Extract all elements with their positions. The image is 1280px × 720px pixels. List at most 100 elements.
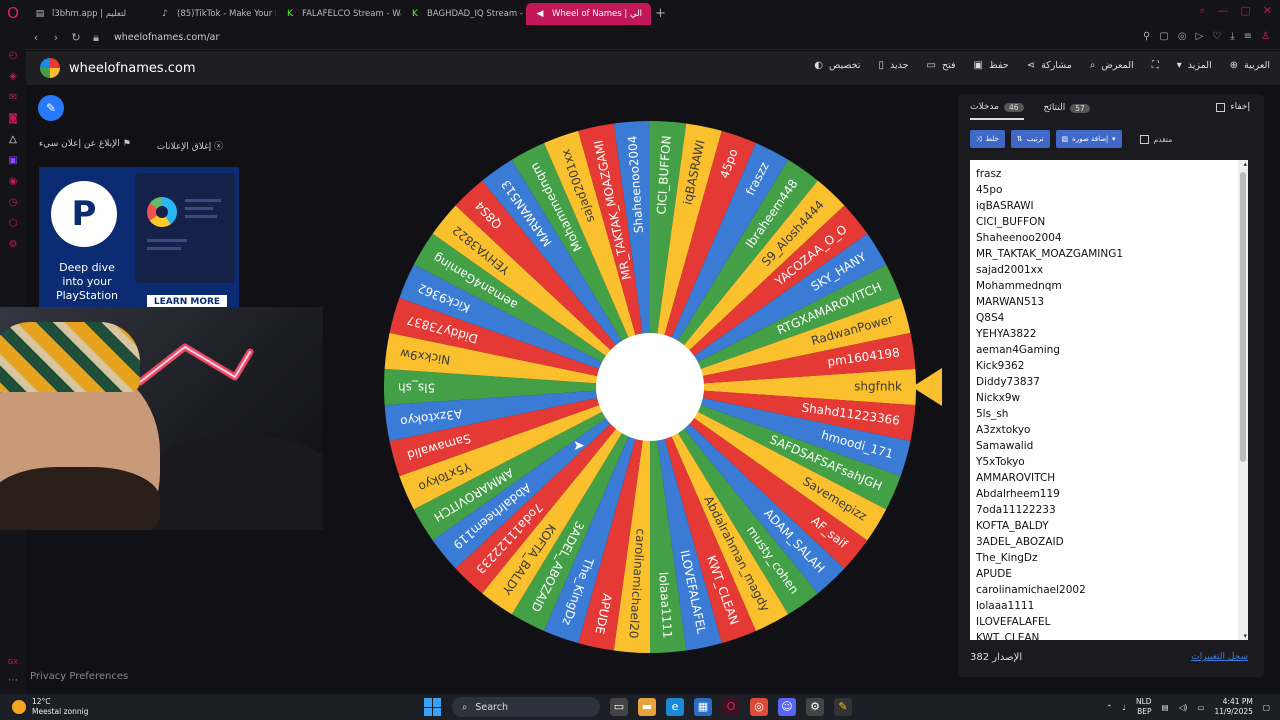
spin-wheel[interactable]: shgfnhk Shahd11223366 hmoodi_171 SAFDSAFSAF…	[384, 121, 916, 653]
entry-line[interactable]: aeman4Gaming	[976, 342, 1242, 358]
scroll-up-icon[interactable]: ▴	[1243, 160, 1247, 168]
menu-open[interactable]: ▭ فتح	[927, 60, 956, 71]
search-tabs-icon[interactable]: ⌕	[1199, 4, 1205, 18]
profile-icon[interactable]: ♙	[1261, 31, 1270, 42]
tab-entries[interactable]: مدخلات 46	[970, 102, 1024, 120]
tab-1[interactable]: ▤ l3bhm.app | لتعليم	[26, 3, 151, 25]
volume-icon[interactable]: ◁)	[1179, 703, 1188, 712]
entry-line[interactable]: A3zxtokyo	[976, 422, 1242, 438]
maximize-icon[interactable]: ▢	[1240, 4, 1250, 18]
notifications-icon[interactable]: ▢	[1263, 703, 1270, 712]
entry-line[interactable]: Y5xTokyo	[976, 454, 1242, 470]
entry-line[interactable]: 3ADEL_ABOZAID	[976, 534, 1242, 550]
entry-line[interactable]: Q8S4	[976, 310, 1242, 326]
entry-line[interactable]: carolinamichael2002	[976, 582, 1242, 598]
menu-language[interactable]: ⊕ العربية	[1230, 60, 1270, 71]
entry-line[interactable]: sajad2001xx	[976, 262, 1242, 278]
entry-line[interactable]: CICI_BUFFON	[976, 214, 1242, 230]
menu-new[interactable]: ▯ جديد	[879, 60, 909, 71]
weather-widget[interactable]: 12°C Meestal zonnig	[12, 697, 89, 717]
entry-line[interactable]: KWT_CLEAN	[976, 630, 1242, 640]
steam-icon[interactable]: ⚙	[806, 698, 824, 716]
messenger-icon[interactable]: ◙	[8, 113, 18, 124]
learn-more-button[interactable]: LEARN MORE	[147, 295, 227, 307]
wheel-svg[interactable]: shgfnhkShahd11223366hmoodi_171SAFDSAFSAF…	[384, 121, 916, 653]
new-tab-icon[interactable]: +	[655, 6, 666, 21]
menu-share[interactable]: ⋖ مشاركة	[1027, 60, 1072, 71]
close-icon[interactable]: ✕	[1263, 4, 1272, 18]
entry-line[interactable]: Abdalrheem119	[976, 486, 1242, 502]
close-ads-link[interactable]: إغلاق الإعلانات ⓧ	[157, 139, 223, 152]
aria-icon[interactable]: △	[9, 134, 17, 145]
vpn-icon[interactable]: ◎	[1178, 31, 1187, 42]
chrome-icon[interactable]: ◎	[750, 698, 768, 716]
entry-line[interactable]: frasz	[976, 166, 1242, 182]
entry-line[interactable]: Kick9362	[976, 358, 1242, 374]
menu-more[interactable]: ▾ المزيد	[1177, 60, 1212, 71]
entry-line[interactable]: Samawalid	[976, 438, 1242, 454]
mic-icon[interactable]: ♩	[1122, 703, 1126, 712]
discord-icon[interactable]: ☺	[778, 698, 796, 716]
wheel-center[interactable]	[596, 333, 704, 441]
windows-start-icon[interactable]	[424, 698, 442, 716]
chevron-up-icon[interactable]: ⌃	[1106, 703, 1112, 712]
shuffle-button[interactable]: ⤨ خلط	[970, 130, 1005, 148]
network-icon[interactable]: ▤	[1162, 703, 1169, 712]
menu-customize[interactable]: ◐ تخصيص	[814, 60, 860, 71]
entry-line[interactable]: APUDE	[976, 566, 1242, 582]
entry-line[interactable]: lolaaa1111	[976, 598, 1242, 614]
url-field[interactable]: wheelofnames.com/ar	[114, 32, 219, 43]
mail-icon[interactable]: ✉	[9, 92, 17, 103]
entry-line[interactable]: MARWAN513	[976, 294, 1242, 310]
player-icon[interactable]: ◉	[9, 176, 18, 187]
history-icon[interactable]: ◴	[9, 50, 18, 61]
entry-line[interactable]: KOFTA_BALDY	[976, 518, 1242, 534]
site-name[interactable]: wheelofnames.com	[69, 61, 196, 76]
more-dots-icon[interactable]: ⋯	[8, 675, 18, 686]
screenshot-icon[interactable]: ▢	[1159, 31, 1168, 42]
entry-line[interactable]: Mohammednqm	[976, 278, 1242, 294]
scroll-down-icon[interactable]: ▾	[1243, 632, 1247, 640]
add-image-button[interactable]: ▨ إضافة صورة ▾	[1055, 130, 1122, 148]
tab-5-active[interactable]: ◀ Wheel of Names | الي	[526, 3, 651, 25]
twitch-icon[interactable]: ▣	[8, 155, 17, 166]
advanced-toggle[interactable]: متقدم	[1139, 134, 1172, 144]
task-view-icon[interactable]: ▭	[610, 698, 628, 716]
app-icon[interactable]: ✎	[834, 698, 852, 716]
reload-icon[interactable]: ↻	[66, 31, 86, 44]
entry-line[interactable]: iqBASRAWI	[976, 198, 1242, 214]
privacy-preferences-link[interactable]: Privacy Preferences	[30, 671, 128, 682]
bag-icon[interactable]: ◈	[9, 71, 17, 82]
entry-line[interactable]: The_KingDz	[976, 550, 1242, 566]
tab-4[interactable]: K BAGHDAD_IQ Stream - W	[401, 3, 526, 25]
advanced-checkbox[interactable]	[1139, 134, 1149, 144]
store-icon[interactable]: ▦	[694, 698, 712, 716]
menu-gallery[interactable]: ⌕ المعرض	[1090, 60, 1134, 71]
forward-icon[interactable]: ›	[46, 31, 66, 44]
changelog-link[interactable]: سجل التغييرات	[1191, 652, 1248, 662]
entry-line[interactable]: Nickx9w	[976, 390, 1242, 406]
minimize-icon[interactable]: —	[1217, 4, 1228, 18]
menu-save[interactable]: ▣ حفظ	[974, 60, 1009, 71]
opera-logo-icon[interactable]: O	[0, 0, 26, 26]
pin-icon[interactable]: ⚲	[1143, 31, 1150, 42]
back-icon[interactable]: ‹	[26, 31, 46, 44]
entry-line[interactable]: AMMAROVITCH	[976, 470, 1242, 486]
tab-3[interactable]: K FALAFELCO Stream - Wa	[276, 3, 401, 25]
entry-line[interactable]: 5ls_sh	[976, 406, 1242, 422]
apps-icon[interactable]: ⬡	[9, 218, 18, 229]
advertisement[interactable]: P Deep dive into your PlayStation LEARN …	[39, 167, 239, 307]
entries-scrollbar[interactable]: ▴ ▾	[1238, 160, 1248, 640]
taskbar-search[interactable]: ⌕ Search	[452, 697, 600, 717]
entry-line[interactable]: MR_TAKTAK_MOAZGAMING1	[976, 246, 1242, 262]
hide-checkbox[interactable]	[1216, 102, 1226, 112]
opera-gx-icon[interactable]: O	[722, 698, 740, 716]
play-icon[interactable]: ▷	[1196, 31, 1204, 42]
site-logo-icon[interactable]	[40, 58, 60, 78]
entry-line[interactable]: 7oda11122233	[976, 502, 1242, 518]
clock[interactable]: 4:41 PM 11/9/2025	[1214, 697, 1252, 717]
entry-line[interactable]: ILOVEFALAFEL	[976, 614, 1242, 630]
edit-pencil-button[interactable]: ✎	[38, 95, 64, 121]
entry-line[interactable]: Diddy73837	[976, 374, 1242, 390]
tab-2[interactable]: ♪ (85)TikTok - Make Your D	[151, 3, 276, 25]
